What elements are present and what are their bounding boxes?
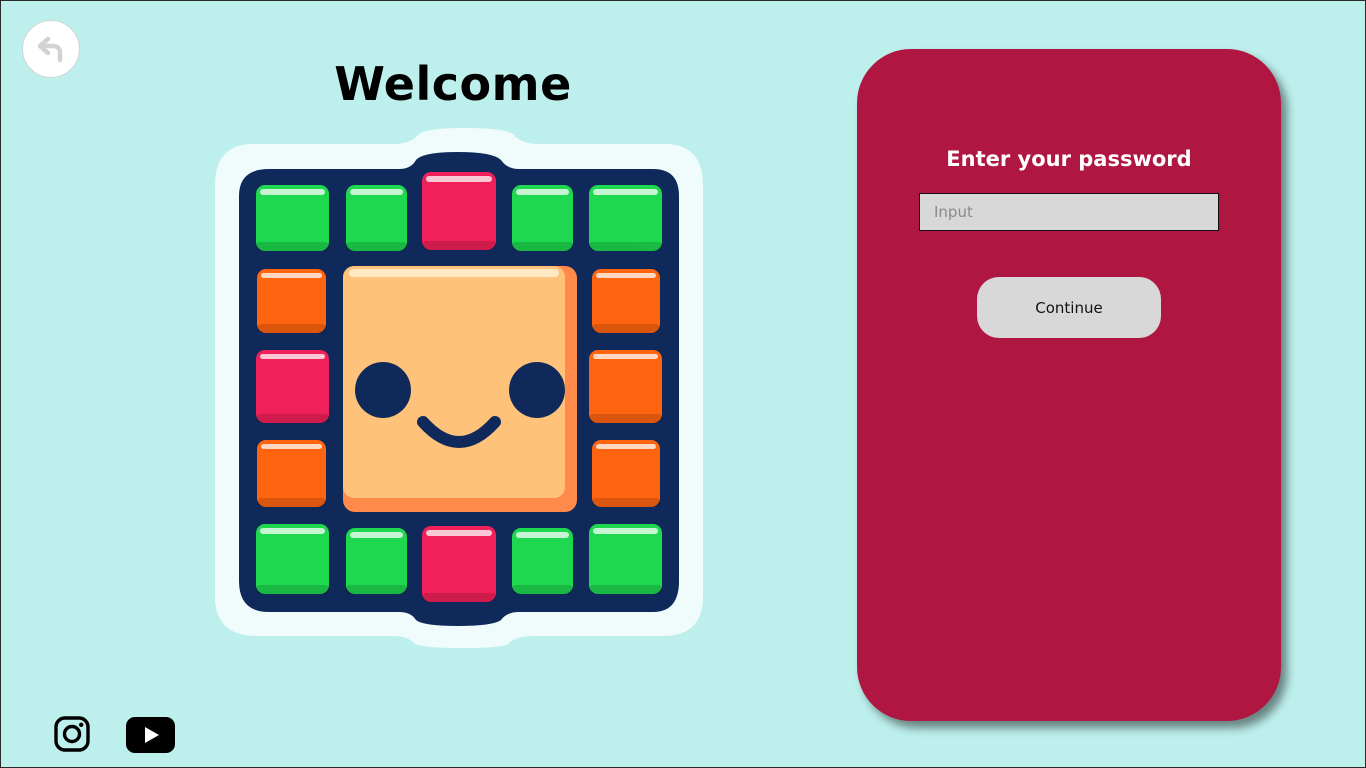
instagram-icon[interactable] <box>54 716 90 752</box>
back-button[interactable] <box>22 20 80 78</box>
login-card: Enter your password Continue <box>857 49 1281 721</box>
youtube-icon[interactable] <box>126 717 175 753</box>
password-input[interactable] <box>919 193 1219 231</box>
page-title: Welcome <box>334 57 572 111</box>
smiley-block-logo-icon <box>215 128 703 648</box>
continue-button[interactable]: Continue <box>977 277 1161 338</box>
card-title: Enter your password <box>946 147 1192 171</box>
undo-arrow-icon <box>37 36 63 63</box>
